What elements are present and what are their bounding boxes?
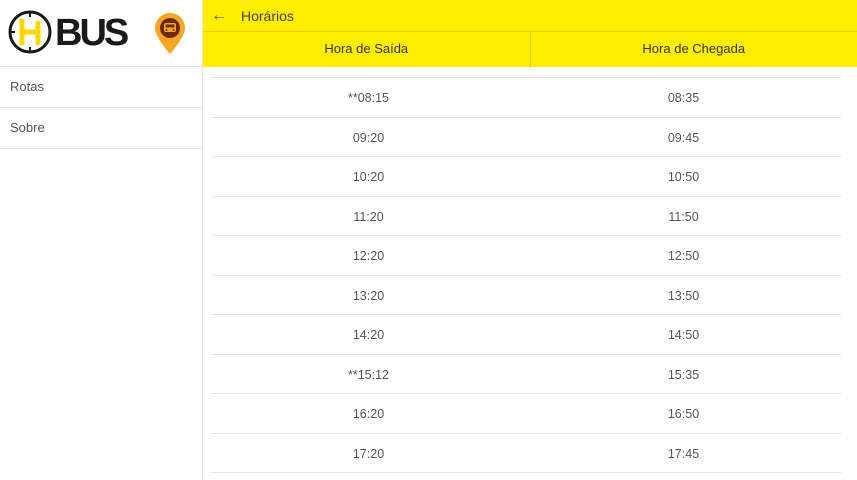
arrival-time: 10:50 <box>667 170 700 184</box>
table-row: 16:20 16:50 <box>211 393 841 433</box>
app-logo: BUS <box>0 0 202 67</box>
schedule-table: **08:15 08:35 09:20 09:45 10:20 10:50 11… <box>211 77 841 473</box>
sidebar: BUS Rotas Sobre <box>0 0 203 480</box>
table-row: 11:20 11:50 <box>211 195 841 236</box>
arrival-time: 13:50 <box>667 288 700 303</box>
back-arrow-icon[interactable]: ← <box>207 7 231 25</box>
table-divider <box>211 472 841 473</box>
column-header-arrival[interactable]: Hora de Chegada <box>529 32 857 67</box>
page-title: Horários <box>241 7 294 24</box>
table-row: 09:20 09:45 <box>211 116 841 157</box>
sidebar-item-sobre[interactable]: Sobre <box>0 108 202 149</box>
sidebar-item-rotas[interactable]: Rotas <box>0 67 202 108</box>
departure-time: 13:20 <box>352 288 385 303</box>
arrival-time: 14:50 <box>667 328 700 342</box>
column-header-departure[interactable]: Hora de Saída <box>203 32 530 67</box>
table-row: **08:15 08:35 <box>211 77 841 117</box>
departure-time: 14:20 <box>352 328 385 342</box>
arrival-time: 11:50 <box>668 209 699 224</box>
departure-time: 17:20 <box>352 446 385 461</box>
bus-pin-icon <box>155 13 185 54</box>
departure-time: 12:20 <box>352 249 385 263</box>
table-row: 17:20 17:45 <box>211 432 841 473</box>
clock-icon <box>8 10 52 54</box>
table-row: 13:20 13:50 <box>211 274 841 315</box>
departure-time: 16:20 <box>352 407 385 421</box>
arrival-time: 15:35 <box>667 367 700 382</box>
logo-text: BUS <box>55 12 129 54</box>
arrival-time: 09:45 <box>667 130 700 145</box>
departure-time: **15:12 <box>347 367 389 382</box>
arrival-time: 12:50 <box>667 249 700 263</box>
departure-time: **08:15 <box>347 91 389 105</box>
table-row: 14:20 14:50 <box>211 314 841 354</box>
departure-time: 10:20 <box>352 170 385 184</box>
arrival-time: 17:45 <box>667 446 700 461</box>
table-row: 10:20 10:50 <box>211 156 841 196</box>
departure-time: 09:20 <box>352 130 385 145</box>
header-bar: ← Horários <box>203 0 857 31</box>
arrival-time: 08:35 <box>667 91 700 105</box>
table-row: **15:12 15:35 <box>211 353 841 394</box>
departure-time: 11:20 <box>353 209 384 224</box>
arrival-time: 16:50 <box>667 407 700 421</box>
table-row: 12:20 12:50 <box>211 235 841 275</box>
table-header: Hora de Saída Hora de Chegada <box>203 31 857 67</box>
